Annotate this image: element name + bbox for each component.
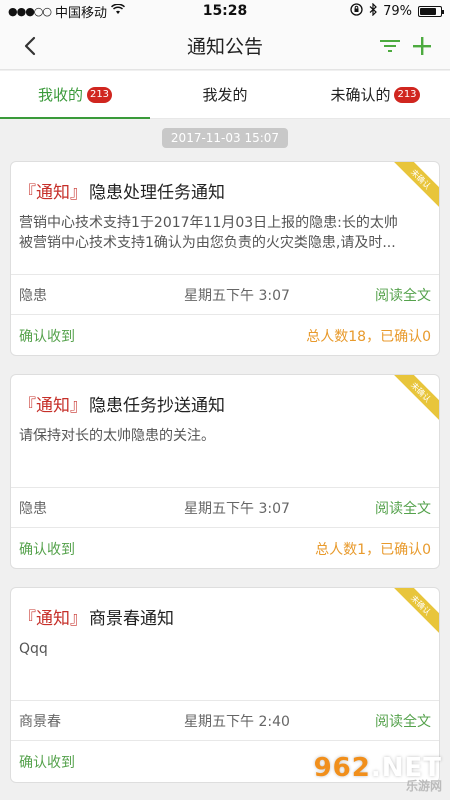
read-full-link[interactable]: 阅读全文 [375,711,431,731]
tab-received[interactable]: 我收的 213 [0,71,150,119]
back-button[interactable] [16,32,44,60]
nav-actions [378,32,434,60]
filter-button[interactable] [378,32,402,60]
card-title: 『通知』 隐患处理任务通知 [11,162,439,203]
card-time: 星期五下午 2:40 [184,713,290,730]
tab-unconfirmed[interactable]: 未确认的 213 [300,71,450,118]
confirm-counts: 总人数18，已确认0 [306,328,431,345]
notice-tag: 『通知』 [19,396,87,416]
read-full-link[interactable]: 阅读全文 [375,285,431,305]
notice-tag: 『通知』 [19,183,87,203]
card-title-text: 商景春通知 [89,609,174,629]
add-button[interactable] [410,32,434,60]
card-meta: 商景春 星期五下午 2:40 阅读全文 [11,700,439,740]
confirm-counts: 总人数1，已确认0 [315,541,431,558]
status-bar: ●●●○○ 中国移动 15:28 79% [0,0,450,22]
card-time: 星期五下午 3:07 [184,500,290,517]
card-time: 星期五下午 3:07 [184,287,290,304]
notice-tag: 『通知』 [19,609,87,629]
card-title: 『通知』 商景春通知 [11,588,439,629]
card-title-text: 隐患处理任务通知 [89,183,225,203]
signal-strength-icon: ●●●○○ [8,4,52,18]
bluetooth-icon [369,2,377,20]
confirm-receipt-button[interactable]: 确认收到 [19,752,75,772]
carrier-name: 中国移动 [55,5,108,21]
unread-badge: 213 [86,86,113,103]
card-title: 『通知』 隐患任务抄送通知 [11,375,439,416]
plus-icon [413,37,431,55]
card-footer: 确认收到 总人数1，已确认0 [11,527,439,568]
card-category: 隐患 [19,500,47,517]
filter-icon [380,40,400,52]
card-footer: 确认收到 总人数18，已确认0 [11,314,439,355]
tab-label: 我发的 [202,86,248,104]
notice-card[interactable]: 未确认 『通知』 隐患任务抄送通知 请保持对长的太帅隐患的关注。 隐患 星期五下… [10,374,440,569]
card-meta: 隐患 星期五下午 3:07 阅读全文 [11,487,439,527]
card-body: 营销中心技术支持1于2017年11月03日上报的隐患:长的太帅 被营销中心技术支… [11,203,439,253]
card-body-line: 被营销中心技术支持1确认为由您负责的火灾类隐患,请及时... [19,235,396,251]
tab-label: 未确认的 [330,86,391,104]
card-body-line: 请保持对长的太帅隐患的关注。 [19,428,215,444]
unconfirmed-badge: 213 [394,86,420,103]
card-category: 隐患 [19,287,47,304]
card-body-line: 营销中心技术支持1于2017年11月03日上报的隐患:长的太帅 [19,215,398,231]
wifi-icon [111,2,126,19]
status-left: ●●●○○ 中国移动 [8,2,126,21]
watermark-number: 962 [313,753,371,783]
battery-percent: 79% [383,3,412,19]
chevron-left-icon [24,36,36,56]
confirm-receipt-button[interactable]: 确认收到 [19,326,75,346]
card-body-line: Qqq [19,641,48,657]
confirm-receipt-button[interactable]: 确认收到 [19,539,75,559]
tab-label: 我收的 [37,86,83,104]
watermark-sub: 乐游网 [405,779,442,793]
card-body: 请保持对长的太帅隐患的关注。 [11,416,439,446]
notice-card[interactable]: 未确认 『通知』 隐患处理任务通知 营销中心技术支持1于2017年11月03日上… [10,161,440,356]
card-body: Qqq [11,629,439,659]
tab-bar: 我收的 213 我发的 未确认的 213 [0,71,450,119]
page-title: 通知公告 [186,36,263,58]
date-separator: 2017-11-03 15:07 [162,128,288,148]
card-category: 商景春 [19,713,61,730]
card-meta: 隐患 星期五下午 3:07 阅读全文 [11,274,439,314]
card-title-text: 隐患任务抄送通知 [89,396,225,416]
rotation-lock-icon [350,2,363,20]
nav-bar: 通知公告 [0,22,450,70]
tab-sent[interactable]: 我发的 [150,71,300,118]
watermark-logo: 962.NET 乐游网 [314,753,442,794]
battery-icon [418,5,444,17]
read-full-link[interactable]: 阅读全文 [375,498,431,518]
status-right: 79% [350,2,444,20]
